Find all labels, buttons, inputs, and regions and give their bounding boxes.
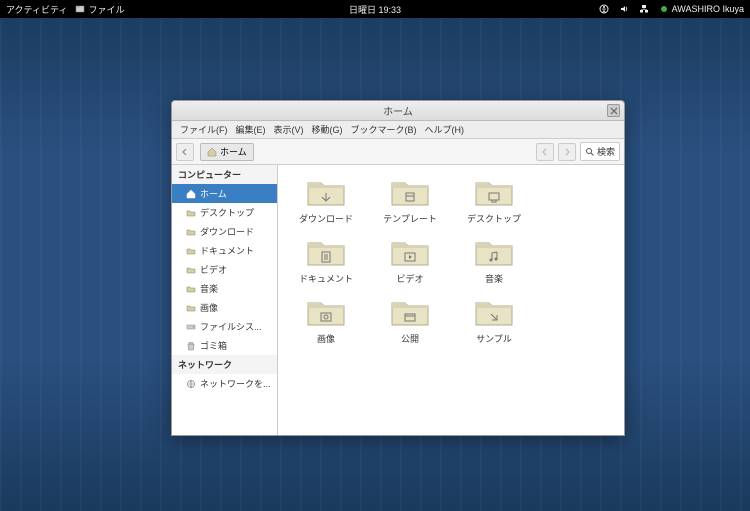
folder-item-1[interactable]: テンプレート	[368, 175, 452, 225]
folder-item-0[interactable]: ダウンロード	[284, 175, 368, 225]
menu-bookmarks[interactable]: ブックマーク(B)	[349, 121, 419, 138]
toolbar: ホーム 検索	[172, 139, 624, 165]
folder-icon	[389, 235, 431, 269]
path-label: ホーム	[220, 145, 247, 158]
folder-item-7[interactable]: 公開	[368, 295, 452, 345]
sidebar-item-8[interactable]: ゴミ箱	[172, 336, 277, 355]
close-icon	[610, 107, 618, 115]
home-icon	[186, 189, 196, 199]
sidebar-item-label: 音楽	[200, 282, 218, 295]
path-bar: ホーム	[200, 143, 254, 161]
folder-item-6[interactable]: 画像	[284, 295, 368, 345]
accessibility-icon[interactable]	[599, 4, 609, 14]
folder-item-2[interactable]: デスクトップ	[452, 175, 536, 225]
sidebar-item-label: デスクトップ	[200, 206, 254, 219]
folder-icon	[186, 284, 196, 294]
files-app-icon	[75, 4, 85, 14]
nav-prev-button[interactable]	[536, 143, 554, 161]
window-titlebar[interactable]: ホーム	[172, 101, 624, 121]
sidebar-item-label: ドキュメント	[200, 244, 254, 257]
chevron-left-icon	[541, 148, 549, 156]
menu-go[interactable]: 移動(G)	[310, 121, 345, 138]
sidebar-item-5[interactable]: 音楽	[172, 279, 277, 298]
folder-icon	[389, 295, 431, 329]
drive-icon	[186, 322, 196, 332]
folder-icon	[473, 295, 515, 329]
menu-view[interactable]: 表示(V)	[272, 121, 306, 138]
folder-item-4[interactable]: ビデオ	[368, 235, 452, 285]
home-icon	[207, 147, 217, 157]
folder-icon	[389, 175, 431, 209]
folder-item-3[interactable]: ドキュメント	[284, 235, 368, 285]
folder-icon	[186, 303, 196, 313]
sidebar-item-4[interactable]: ビデオ	[172, 260, 277, 279]
folder-icon	[305, 175, 347, 209]
menu-edit[interactable]: 編集(E)	[234, 121, 268, 138]
clock[interactable]: 日曜日 19:33	[349, 3, 401, 16]
menu-bar: ファイル(F) 編集(E) 表示(V) 移動(G) ブックマーク(B) ヘルプ(…	[172, 121, 624, 139]
sidebar-item-7[interactable]: ファイルシス...	[172, 317, 277, 336]
sidebar-item-label: ファイルシス...	[200, 320, 262, 333]
content-area: ダウンロード テンプレート デスクトップ ドキュメント ビデオ 音楽 画像 公開…	[278, 165, 624, 435]
network-icon	[186, 379, 196, 389]
folder-label: 公開	[401, 332, 419, 345]
search-icon	[585, 147, 595, 157]
gnome-top-panel: アクティビティ ファイル 日曜日 19:33 AWASHIRO Ikuya	[0, 0, 750, 18]
sidebar-network-header: ネットワーク	[172, 355, 277, 374]
username-label: AWASHIRO Ikuya	[672, 4, 744, 14]
sidebar-item-label: ビデオ	[200, 263, 227, 276]
activities-button[interactable]: アクティビティ	[6, 3, 67, 16]
window-title: ホーム	[383, 103, 413, 118]
trash-icon	[186, 341, 196, 351]
search-button[interactable]: 検索	[580, 142, 620, 161]
chevron-left-icon	[181, 148, 189, 156]
sidebar-item-1[interactable]: デスクトップ	[172, 203, 277, 222]
app-menu[interactable]: ファイル	[75, 3, 124, 16]
user-menu[interactable]: AWASHIRO Ikuya	[659, 4, 744, 14]
sidebar-item-label: ダウンロード	[200, 225, 254, 238]
sidebar-item-3[interactable]: ドキュメント	[172, 241, 277, 260]
app-menu-label: ファイル	[88, 3, 124, 16]
sidebar-item-label: ネットワークを...	[200, 377, 271, 390]
folder-item-5[interactable]: 音楽	[452, 235, 536, 285]
nautilus-window: ホーム ファイル(F) 編集(E) 表示(V) 移動(G) ブックマーク(B) …	[171, 100, 625, 436]
sidebar-item-label: ゴミ箱	[200, 339, 227, 352]
sidebar-computer-header: コンピューター	[172, 165, 277, 184]
folder-label: ドキュメント	[299, 272, 353, 285]
close-button[interactable]	[607, 104, 620, 117]
sidebar-item-6[interactable]: 画像	[172, 298, 277, 317]
folder-label: デスクトップ	[467, 212, 521, 225]
folder-icon	[305, 235, 347, 269]
menu-help[interactable]: ヘルプ(H)	[423, 121, 467, 138]
sidebar-item-2[interactable]: ダウンロード	[172, 222, 277, 241]
folder-item-8[interactable]: サンプル	[452, 295, 536, 345]
folder-label: 画像	[317, 332, 335, 345]
volume-icon[interactable]	[619, 4, 629, 14]
sidebar-item-0[interactable]: ホーム	[172, 184, 277, 203]
folder-label: ダウンロード	[299, 212, 353, 225]
sidebar: コンピューター ホームデスクトップダウンロードドキュメントビデオ音楽画像ファイル…	[172, 165, 278, 435]
folder-icon	[305, 295, 347, 329]
nav-next-button[interactable]	[558, 143, 576, 161]
network-icon[interactable]	[639, 4, 649, 14]
sidebar-network-item-0[interactable]: ネットワークを...	[172, 374, 277, 393]
folder-label: ビデオ	[396, 272, 423, 285]
folder-icon	[186, 246, 196, 256]
folder-label: テンプレート	[383, 212, 437, 225]
search-label: 検索	[597, 145, 615, 158]
menu-file[interactable]: ファイル(F)	[178, 121, 230, 138]
folder-icon	[186, 265, 196, 275]
sidebar-item-label: ホーム	[200, 187, 227, 200]
back-button[interactable]	[176, 143, 194, 161]
sidebar-item-label: 画像	[200, 301, 218, 314]
folder-icon	[186, 208, 196, 218]
folder-icon	[186, 227, 196, 237]
chevron-right-icon	[563, 148, 571, 156]
user-status-icon	[659, 4, 669, 14]
folder-icon	[473, 175, 515, 209]
folder-icon	[473, 235, 515, 269]
path-home-button[interactable]: ホーム	[200, 143, 254, 161]
folder-label: 音楽	[485, 272, 503, 285]
folder-label: サンプル	[476, 332, 512, 345]
